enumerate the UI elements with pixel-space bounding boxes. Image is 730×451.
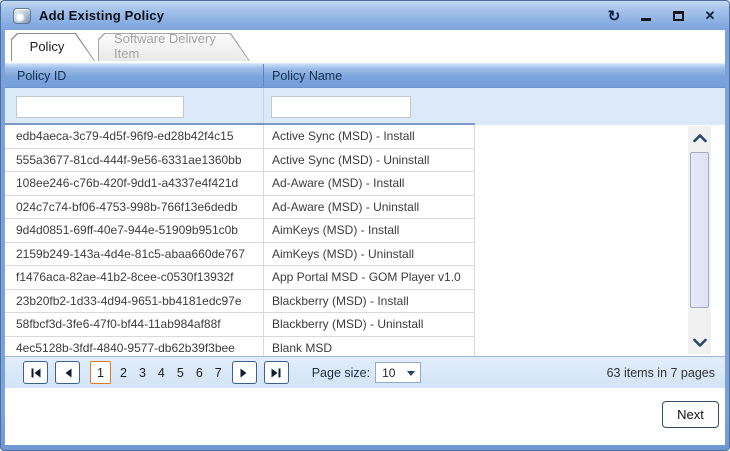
table-row[interactable]: 23b20fb2-1d33-4d94-9651-bb4181edc97e Bla… — [5, 290, 475, 314]
tab-strip: Policy Software Delivery Item — [5, 30, 725, 63]
chevron-up-icon — [693, 134, 707, 143]
policy-name-cell: Active Sync (MSD) - Uninstall — [264, 149, 475, 172]
table-row[interactable]: 024c7c74-bf06-4753-998b-766f13e6dedb Ad-… — [5, 196, 475, 220]
policy-id-cell: edb4aeca-3c79-4d5f-96f9-ed28b42f4c15 — [5, 125, 264, 148]
dialog-footer: Next — [5, 388, 725, 445]
close-icon[interactable]: ✕ — [701, 6, 719, 26]
policy-name-cell: Ad-Aware (MSD) - Install — [264, 172, 475, 195]
tab-software-delivery-item[interactable]: Software Delivery Item — [98, 33, 250, 61]
next-page-button[interactable] — [232, 361, 257, 384]
page-number[interactable]: 4 — [158, 366, 165, 380]
policy-id-cell: 4ec5128b-3fdf-4840-9577-db62b39f3bee — [5, 337, 264, 357]
policy-name-filter-input[interactable] — [271, 96, 411, 118]
scroll-down-button[interactable] — [688, 332, 711, 352]
maximize-icon[interactable] — [669, 6, 687, 26]
table-row[interactable]: f1476aca-82ae-41b2-8cee-c0530f13932f App… — [5, 266, 475, 290]
previous-page-icon — [63, 367, 73, 379]
first-page-button[interactable] — [23, 361, 48, 384]
page-number-current[interactable]: 1 — [90, 361, 111, 384]
table-row[interactable]: 555a3677-81cd-444f-9e56-6331ae1360bb Act… — [5, 149, 475, 173]
pager-summary: 63 items in 7 pages — [607, 366, 725, 380]
grid-rows-viewport: edb4aeca-3c79-4d5f-96f9-ed28b42f4c15 Act… — [5, 125, 725, 356]
policy-name-cell: Active Sync (MSD) - Install — [264, 125, 475, 148]
policy-id-cell: 108ee246-c76b-420f-9dd1-a4337e4f421d — [5, 172, 264, 195]
title-bar: Add Existing Policy ↻ ✕ — [5, 1, 725, 30]
table-row[interactable]: 2159b249-143a-4d4e-81c5-abaa660de767 Aim… — [5, 243, 475, 267]
last-page-button[interactable] — [264, 361, 289, 384]
page-size-value: 10 — [382, 366, 395, 380]
policy-id-cell: 58fbcf3d-3fe6-47f0-bf44-11ab984af88f — [5, 313, 264, 336]
vertical-scrollbar[interactable] — [688, 126, 711, 354]
add-existing-policy-dialog: Add Existing Policy ↻ ✕ Policy Software … — [0, 0, 730, 451]
policy-name-cell: Blackberry (MSD) - Uninstall — [264, 313, 475, 336]
last-page-icon — [270, 367, 282, 379]
filter-cell-policy-name — [264, 88, 725, 125]
tab-policy[interactable]: Policy — [11, 33, 95, 61]
policy-id-cell: 024c7c74-bf06-4753-998b-766f13e6dedb — [5, 196, 264, 219]
table-row[interactable]: edb4aeca-3c79-4d5f-96f9-ed28b42f4c15 Act… — [5, 125, 475, 149]
table-row[interactable]: 9d4d0851-69ff-40e7-944e-51909b951c0b Aim… — [5, 219, 475, 243]
table-row[interactable]: 108ee246-c76b-420f-9dd1-a4337e4f421d Ad-… — [5, 172, 475, 196]
dialog-client-area: Policy Software Delivery Item Policy ID … — [5, 30, 725, 443]
previous-page-button[interactable] — [55, 361, 80, 384]
tab-policy-label: Policy — [11, 33, 95, 61]
window-title: Add Existing Policy — [39, 8, 164, 23]
table-row[interactable]: 4ec5128b-3fdf-4840-9577-db62b39f3bee Bla… — [5, 337, 475, 357]
grid-header: Policy ID Policy Name — [5, 63, 725, 88]
scroll-up-button[interactable] — [688, 128, 711, 148]
policy-name-cell: Blank MSD — [264, 337, 475, 357]
refresh-icon[interactable]: ↻ — [605, 6, 623, 26]
table-row[interactable]: 58fbcf3d-3fe6-47f0-bf44-11ab984af88f Bla… — [5, 313, 475, 337]
policy-id-cell: 9d4d0851-69ff-40e7-944e-51909b951c0b — [5, 219, 264, 242]
next-button[interactable]: Next — [662, 401, 719, 428]
policy-id-cell: 555a3677-81cd-444f-9e56-6331ae1360bb — [5, 149, 264, 172]
app-icon — [13, 8, 31, 24]
policy-name-cell: Ad-Aware (MSD) - Uninstall — [264, 196, 475, 219]
policy-name-cell: App Portal MSD - GOM Player v1.0 — [264, 266, 475, 289]
tab-software-delivery-item-label: Software Delivery Item — [98, 33, 250, 61]
page-number[interactable]: 2 — [120, 366, 127, 380]
minimize-icon[interactable] — [637, 6, 655, 26]
policy-id-cell: 23b20fb2-1d33-4d94-9651-bb4181edc97e — [5, 290, 264, 313]
column-header-policy-id[interactable]: Policy ID — [5, 64, 264, 87]
policy-name-cell: AimKeys (MSD) - Uninstall — [264, 243, 475, 266]
column-header-policy-name[interactable]: Policy Name — [264, 64, 725, 87]
filter-cell-policy-id — [5, 88, 264, 125]
pager-bar: 1 2 3 4 5 6 7 Page size: 10 63 items in … — [5, 356, 725, 388]
page-number[interactable]: 5 — [177, 366, 184, 380]
policy-name-cell: AimKeys (MSD) - Install — [264, 219, 475, 242]
page-size-select[interactable]: 10 — [375, 362, 421, 383]
page-number[interactable]: 3 — [139, 366, 146, 380]
policy-id-filter-input[interactable] — [16, 96, 184, 118]
policy-id-cell: 2159b249-143a-4d4e-81c5-abaa660de767 — [5, 243, 264, 266]
first-page-icon — [30, 367, 42, 379]
page-number[interactable]: 7 — [215, 366, 222, 380]
policy-id-cell: f1476aca-82ae-41b2-8cee-c0530f13932f — [5, 266, 264, 289]
window-controls: ↻ ✕ — [591, 6, 719, 26]
scrollbar-thumb[interactable] — [690, 152, 709, 308]
policy-name-cell: Blackberry (MSD) - Install — [264, 290, 475, 313]
dropdown-arrow-icon — [407, 371, 415, 376]
page-size-label: Page size: — [312, 366, 370, 380]
next-page-icon — [239, 367, 249, 379]
page-number[interactable]: 6 — [196, 366, 203, 380]
filter-row — [5, 88, 725, 125]
chevron-down-icon — [693, 338, 707, 347]
